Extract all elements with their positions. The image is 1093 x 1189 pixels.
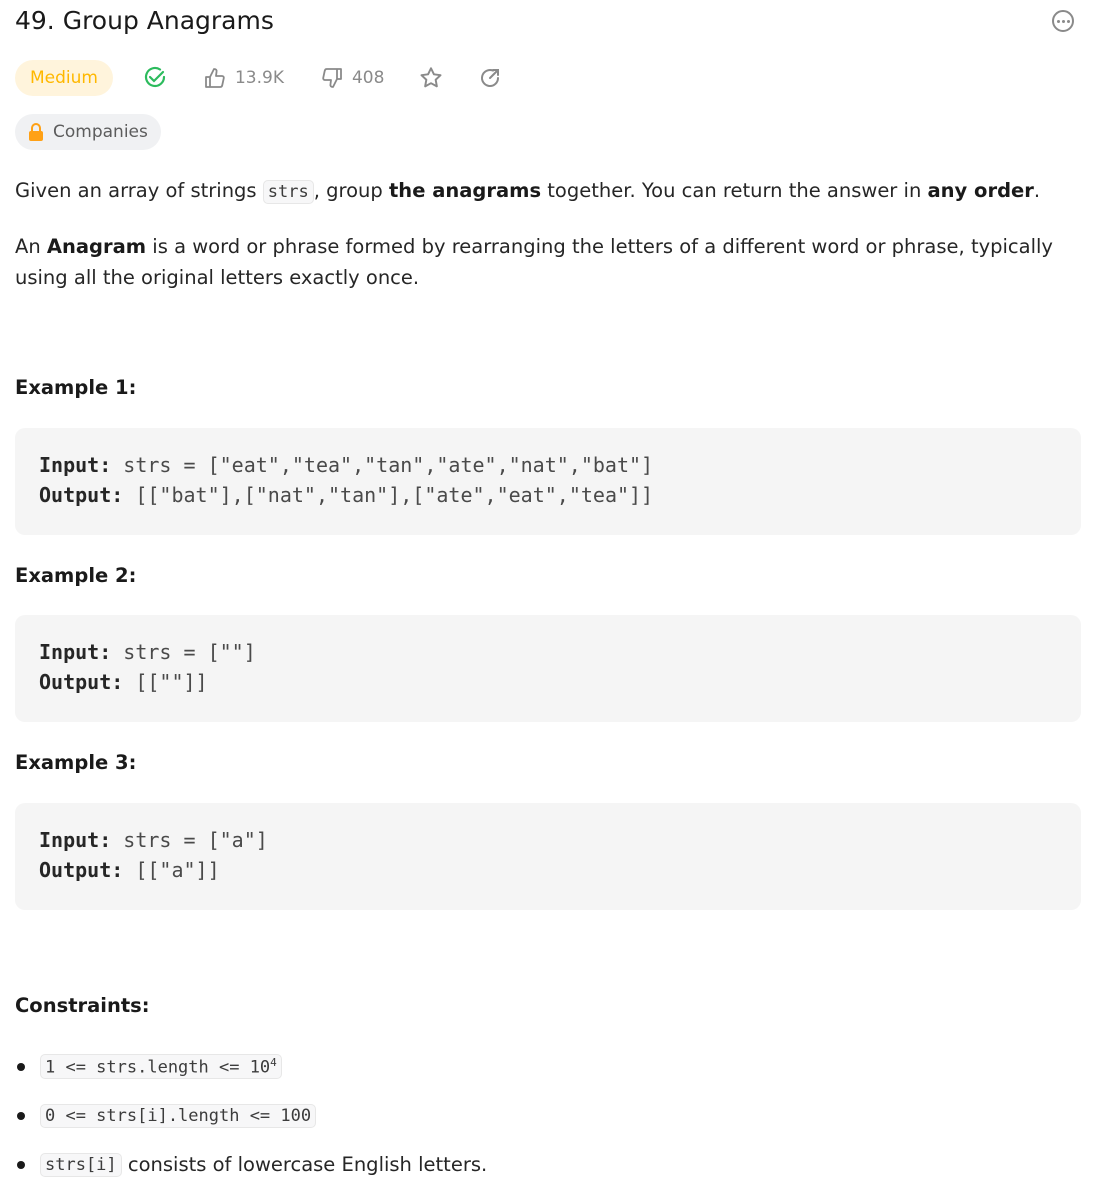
example-2-block: Input: strs = [""] Output: [[""]] [15,615,1081,722]
share-icon[interactable] [478,66,502,90]
constraint-item: 1 <= strs.length <= 104 [15,1042,487,1091]
like-button[interactable]: 13.9K [203,66,284,90]
companies-label: Companies [53,122,148,142]
problem-title: 49. Group Anagrams [15,6,274,35]
constraint-item: strs[i] consists of lowercase English le… [15,1140,487,1189]
example-2-heading: Example 2: [15,564,137,587]
more-options-icon[interactable] [1052,10,1074,32]
favorite-star-icon[interactable] [418,65,444,91]
dislike-button[interactable]: 408 [320,66,384,90]
inline-code: strs [262,180,314,204]
thumbs-down-icon [322,68,342,88]
lock-icon [29,123,43,141]
example-3-heading: Example 3: [15,751,137,774]
constraints-heading: Constraints: [15,994,150,1017]
dislike-count: 408 [351,68,385,88]
problem-meta-bar: Medium 13.9K 408 [15,60,502,96]
example-3-block: Input: strs = ["a"] Output: [["a"]] [15,803,1081,910]
description-paragraph-1: Given an array of strings strs, group th… [15,179,1041,204]
difficulty-badge: Medium [15,60,113,96]
solved-check-icon [143,66,167,90]
thumbs-up-icon [205,68,225,88]
example-1-heading: Example 1: [15,376,137,399]
constraints-list: 1 <= strs.length <= 104 0 <= strs[i].len… [15,1042,487,1189]
example-1-block: Input: strs = ["eat","tea","tan","ate","… [15,428,1081,535]
companies-button[interactable]: Companies [15,114,161,150]
like-count: 13.9K [234,68,284,88]
description-paragraph-2: An Anagram is a word or phrase formed by… [15,235,1053,289]
constraint-item: 0 <= strs[i].length <= 100 [15,1091,487,1140]
